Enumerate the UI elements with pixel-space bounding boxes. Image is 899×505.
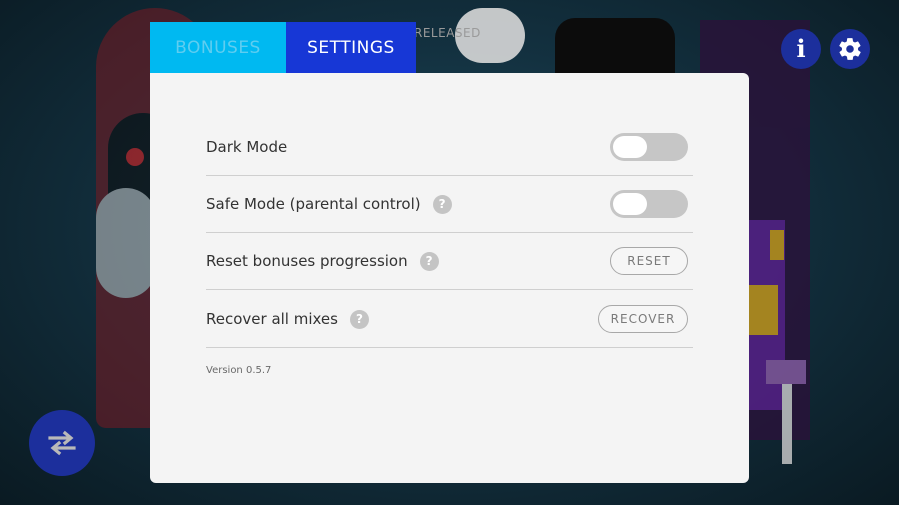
info-icon: i xyxy=(796,34,806,63)
safe-mode-toggle[interactable] xyxy=(610,190,688,218)
reset-button[interactable]: RESET xyxy=(610,247,688,275)
help-icon[interactable]: ? xyxy=(419,251,439,271)
help-icon[interactable]: ? xyxy=(349,309,369,329)
reset-bonuses-label: Reset bonuses progression xyxy=(206,252,408,270)
settings-panel: Dark Mode Safe Mode (parental control) ?… xyxy=(150,73,749,483)
settings-button[interactable] xyxy=(830,29,870,69)
background-character-hat xyxy=(555,18,675,78)
safe-mode-label: Safe Mode (parental control) xyxy=(206,195,421,213)
setting-row-recover-mixes: Recover all mixes ? RECOVER xyxy=(206,291,693,348)
tab-settings[interactable]: SETTINGS xyxy=(286,22,416,73)
help-icon[interactable]: ? xyxy=(432,194,452,214)
gear-icon xyxy=(839,38,861,60)
recover-button[interactable]: RECOVER xyxy=(598,305,688,333)
setting-row-safe-mode: Safe Mode (parental control) ? xyxy=(206,176,693,233)
swap-arrows-icon xyxy=(48,430,76,456)
dark-mode-label: Dark Mode xyxy=(206,138,288,156)
setting-row-dark-mode: Dark Mode xyxy=(206,119,693,176)
setting-row-reset-bonuses: Reset bonuses progression ? RESET xyxy=(206,233,693,290)
recover-mixes-label: Recover all mixes xyxy=(206,310,338,328)
toggle-knob xyxy=(613,136,647,158)
tab-bonuses-label: BONUSES xyxy=(175,37,261,58)
toggle-knob xyxy=(613,193,647,215)
tab-bonuses[interactable]: BONUSES xyxy=(150,22,286,73)
version-label: Version 0.5.7 xyxy=(206,365,272,376)
info-button[interactable]: i xyxy=(781,29,821,69)
dark-mode-toggle[interactable] xyxy=(610,133,688,161)
tab-settings-label: SETTINGS xyxy=(307,37,395,58)
swap-button[interactable] xyxy=(29,410,95,476)
released-label: RELEASED xyxy=(414,26,481,40)
